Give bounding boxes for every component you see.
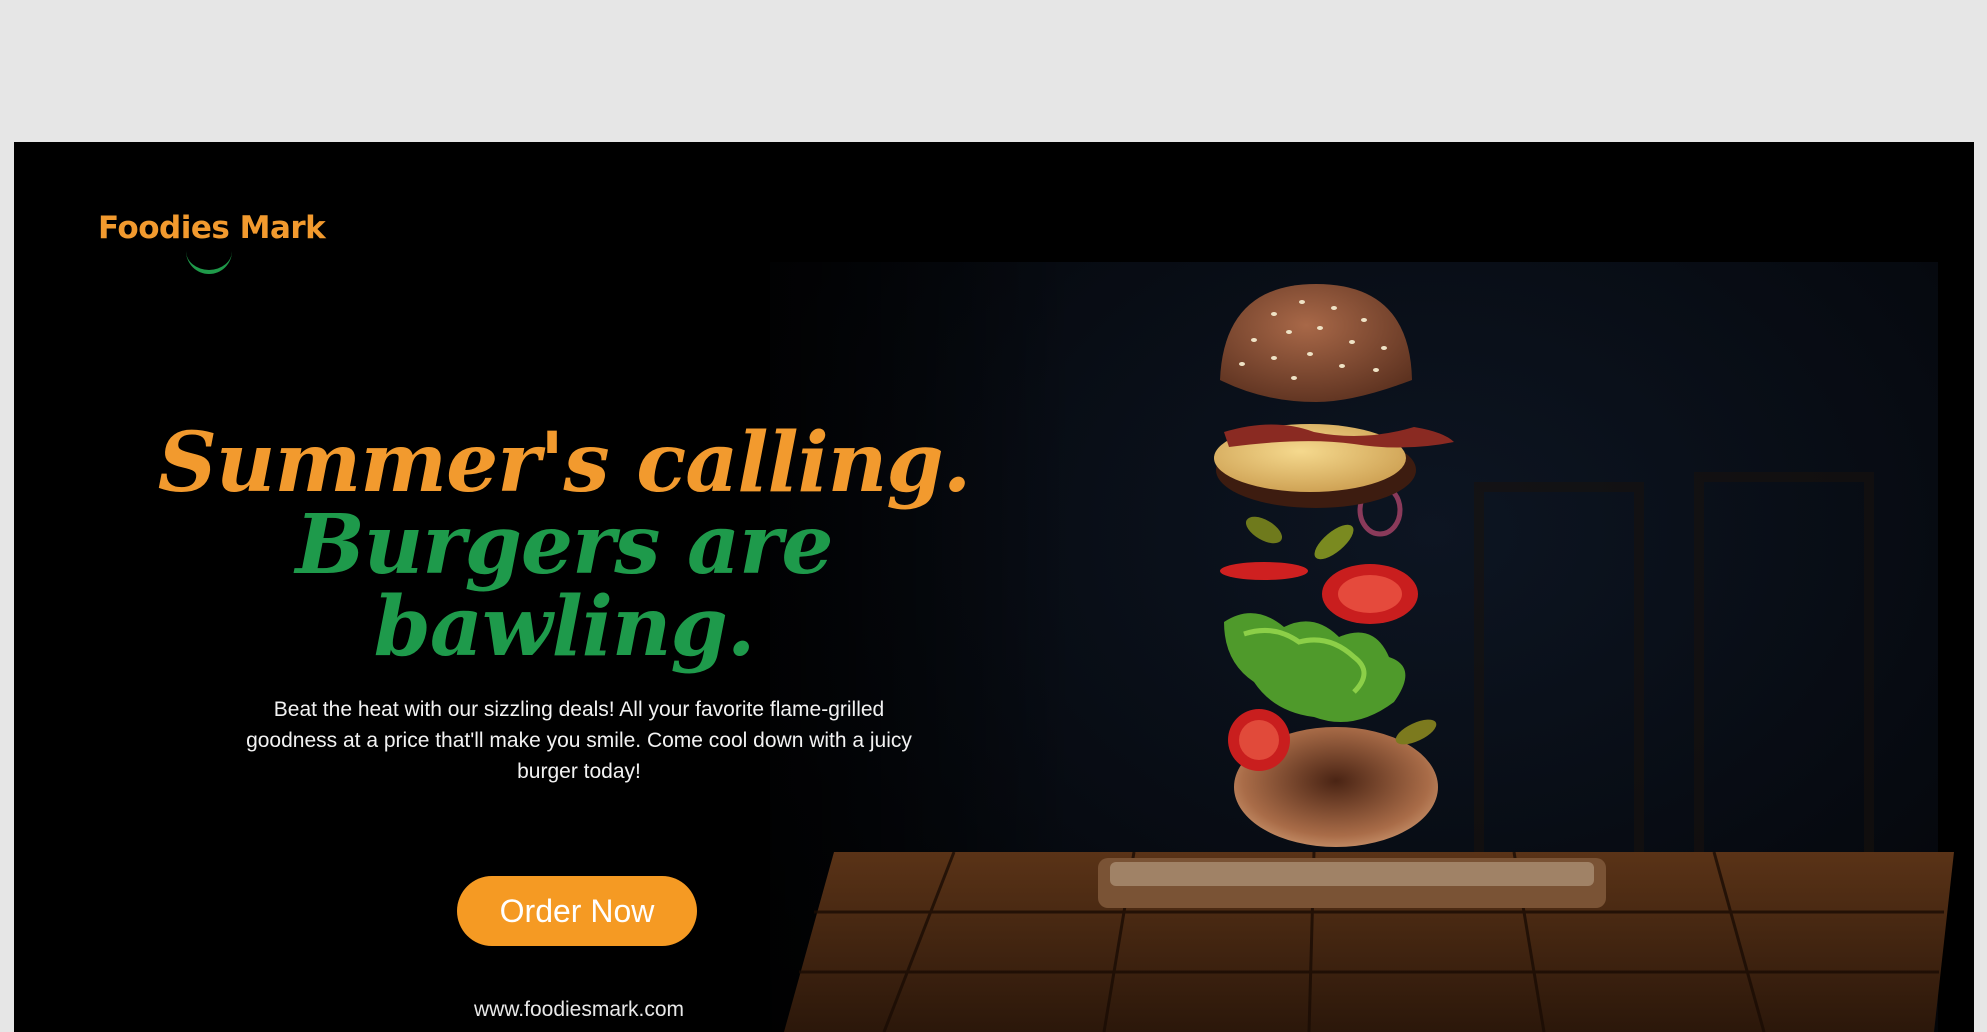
headline: Summer's calling. Burgers are bawling. — [114, 422, 1014, 668]
website-link[interactable]: www.foodiesmark.com — [344, 998, 814, 1022]
promo-banner: Foodies Mark Summer's calling. Burgers a… — [14, 142, 1974, 1032]
smile-icon — [186, 250, 232, 274]
brand-logo[interactable]: Foodies Mark — [98, 210, 338, 284]
logo-text: Foodies Mark — [98, 210, 326, 246]
order-now-button[interactable]: Order Now — [457, 876, 697, 946]
headline-part-2: Burgers are bawling. — [295, 497, 833, 675]
promo-description: Beat the heat with our sizzling deals! A… — [246, 698, 912, 783]
